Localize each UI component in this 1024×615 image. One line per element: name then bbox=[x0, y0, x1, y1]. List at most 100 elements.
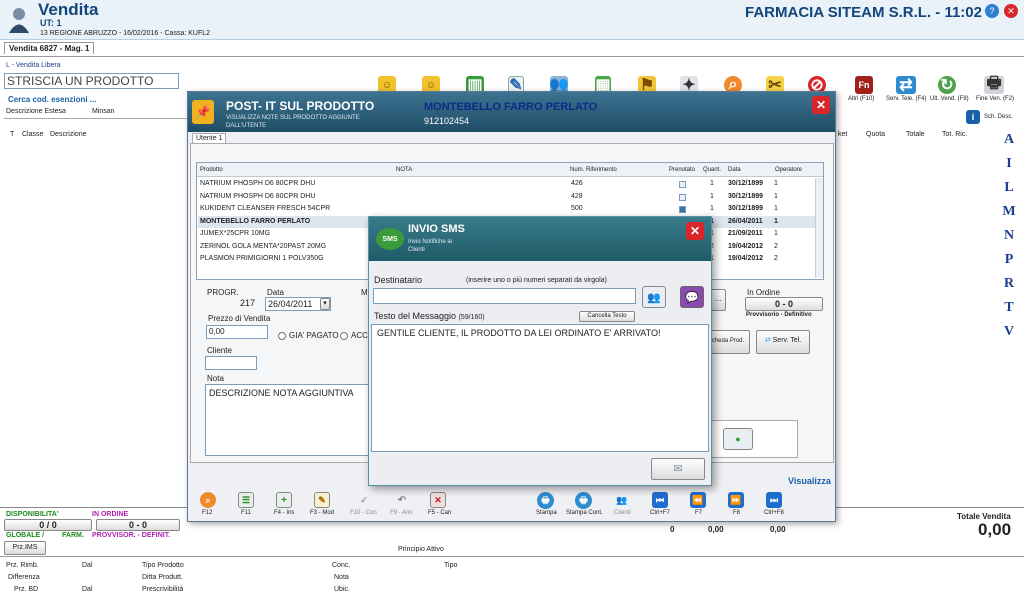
totale-vendita-value: 0,00 bbox=[978, 520, 1012, 539]
insert-icon[interactable]: + bbox=[276, 492, 292, 508]
undo-icon[interactable]: ↶ bbox=[394, 492, 410, 508]
cell-prodotto: MONTEBELLO FARRO PERLATO bbox=[200, 217, 311, 225]
close-app-icon[interactable]: ✕ bbox=[1004, 4, 1018, 18]
cell-num: 500 bbox=[571, 205, 583, 212]
th-prenotato[interactable]: Prenotato bbox=[669, 167, 695, 173]
message-textarea[interactable]: GENTILE CLIENTE, IL PRODOTTO DA LEI ORDI… bbox=[371, 324, 709, 452]
letter-r[interactable]: R bbox=[1002, 276, 1016, 300]
fine-ven-label: Fine Ven. (F2) bbox=[976, 96, 1015, 102]
letter-p[interactable]: P bbox=[1002, 252, 1016, 276]
table-scrollbar[interactable] bbox=[815, 178, 823, 278]
postit-tab-utente[interactable]: Utente 1 bbox=[192, 133, 227, 143]
dal-label: Dal bbox=[82, 562, 93, 569]
clienti-icon[interactable]: 👥 bbox=[614, 492, 630, 508]
f11-label: F11 bbox=[241, 510, 251, 516]
th-operatore[interactable]: Operatore bbox=[775, 167, 802, 173]
next-icon[interactable]: ⏩ bbox=[728, 492, 744, 508]
cancella-testo-button[interactable]: Cancella Testo bbox=[579, 311, 635, 322]
th-quant[interactable]: Quant. bbox=[703, 167, 721, 173]
prz-ims-button[interactable]: Prz.IMS bbox=[4, 541, 46, 555]
serv-tel-button[interactable]: ⇄ Serv. Tel. bbox=[756, 330, 810, 354]
altri-icon[interactable]: Fn bbox=[855, 76, 873, 94]
ult-vend-icon[interactable]: ↻ bbox=[938, 76, 956, 94]
th-nota[interactable]: NOTA bbox=[396, 167, 412, 173]
letter-n[interactable]: N bbox=[1002, 228, 1016, 252]
prev-icon[interactable]: ⏪ bbox=[690, 492, 706, 508]
table-row[interactable]: KUKIDENT CLEANSER FRESCH 54CPR 500 1 30/12/… bbox=[198, 203, 816, 216]
f12-icon[interactable]: ⌕ bbox=[200, 492, 216, 508]
scan-product-field[interactable]: STRISCIA UN PRODOTTO bbox=[4, 73, 179, 89]
th-data[interactable]: Data bbox=[728, 167, 741, 173]
prenotato-checkbox[interactable] bbox=[679, 193, 686, 201]
first-icon[interactable]: ⏮ bbox=[652, 492, 668, 508]
scheda-prod-button[interactable]: cheda Prod. bbox=[706, 330, 750, 354]
confirm-icon[interactable]: ✓ bbox=[356, 492, 372, 508]
cell-quant: 1 bbox=[710, 205, 714, 212]
cell-operatore: 1 bbox=[774, 205, 778, 212]
prenotato-checkbox[interactable] bbox=[679, 181, 686, 188]
delete-icon[interactable]: ✕ bbox=[430, 492, 446, 508]
col-descrizione-estesa: Descrizione Estesa bbox=[6, 108, 66, 115]
cliente-field[interactable] bbox=[205, 356, 257, 370]
table-row[interactable]: NATRIUM PHOSPH D6 80CPR DHU 428 1 30/12/189… bbox=[198, 191, 816, 204]
chat-icon[interactable]: 💬 bbox=[680, 286, 704, 308]
tot-col1: 0 bbox=[670, 525, 675, 534]
letter-t[interactable]: T bbox=[1002, 300, 1016, 324]
postit-close-icon[interactable]: ✕ bbox=[812, 96, 830, 114]
visualizza-link[interactable]: Visualizza bbox=[788, 476, 831, 486]
acc-label: ACC bbox=[351, 331, 368, 340]
serv-tel-label: Serv. Tel. bbox=[772, 337, 802, 344]
destinatario-field[interactable] bbox=[373, 288, 636, 304]
acc-radio[interactable] bbox=[340, 332, 348, 340]
serv-tele-label: Serv. Tele. (F4) bbox=[886, 96, 927, 102]
clienti-label: Clienti bbox=[614, 510, 631, 516]
last-icon[interactable]: ⏭ bbox=[766, 492, 782, 508]
prezzo-field[interactable]: 0,00 bbox=[206, 325, 268, 339]
th-prodotto[interactable]: Prodotto bbox=[200, 167, 223, 173]
f11-icon[interactable]: ☰ bbox=[238, 492, 254, 508]
sms-close-icon[interactable]: ✕ bbox=[686, 222, 704, 240]
chevron-down-icon[interactable]: ▾ bbox=[320, 298, 330, 310]
cell-prodotto: PLASMON PRIMIGIORNI 1 POLV350G bbox=[200, 255, 324, 262]
tab-vendita[interactable]: Vendita 6827 - Mag. 1 bbox=[4, 42, 95, 54]
serv-tel-icon: ⇄ bbox=[764, 337, 771, 344]
tipo-label: Tipo bbox=[444, 562, 458, 569]
letter-m[interactable]: M bbox=[1002, 204, 1016, 228]
f5-can-label: F5 - Can bbox=[428, 510, 452, 516]
letter-a[interactable]: A bbox=[1002, 132, 1016, 156]
letter-v[interactable]: V bbox=[1002, 324, 1016, 348]
prz-rimb-label: Prz. Rimb. bbox=[6, 562, 39, 569]
print-icon[interactable]: 🖶 bbox=[537, 492, 554, 509]
sms-small-icon[interactable]: ● bbox=[723, 428, 753, 450]
contacts-icon[interactable]: 👥 bbox=[642, 286, 666, 308]
ctrl-f8-label: Ctrl+F8 bbox=[764, 510, 784, 516]
cell-data: 19/04/2012 bbox=[728, 255, 764, 262]
prenotato-checkbox[interactable] bbox=[679, 206, 686, 213]
more-button[interactable]: ... bbox=[710, 289, 726, 311]
letter-i[interactable]: I bbox=[1002, 156, 1016, 180]
cerca-esenzioni-link[interactable]: Cerca cod. esenzioni ... bbox=[8, 95, 96, 104]
col-quota: Quota bbox=[866, 131, 886, 138]
in-ordine-value: 0 - 0 bbox=[96, 519, 180, 531]
destinatario-hint: (inserire uno o più numeri separati da v… bbox=[466, 277, 607, 284]
serv-tele-icon[interactable]: ⇄ bbox=[896, 76, 916, 94]
th-num-rif[interactable]: Num. Riferimento bbox=[570, 167, 617, 173]
postit-subtitle: VISUALIZZA NOTE SUL PRODOTTO AGGIUNTE DA… bbox=[226, 115, 360, 129]
col-ket: ket bbox=[838, 131, 848, 138]
table-row[interactable]: NATRIUM PHOSPH D6 80CPR DHU 426 1 30/12/189… bbox=[198, 178, 816, 191]
gia-pagato-radio[interactable] bbox=[278, 332, 286, 340]
pin-icon: 📌 bbox=[192, 100, 214, 124]
testo-label-text: Testo del Messaggio bbox=[374, 311, 457, 321]
in-ordine-label: IN ORDINE bbox=[92, 511, 129, 518]
nota-textarea[interactable]: DESCRIZIONE NOTA AGGIUNTIVA bbox=[205, 384, 373, 456]
principio-attivo-label: Principio Attivo bbox=[398, 546, 444, 553]
info-icon[interactable]: i bbox=[966, 110, 980, 124]
print-cont-icon[interactable]: 🖶 bbox=[575, 492, 592, 509]
help-icon[interactable]: ? bbox=[985, 4, 999, 18]
edit-icon[interactable]: ✎ bbox=[314, 492, 330, 508]
sms-title: INVIO SMS bbox=[408, 223, 465, 235]
letter-l[interactable]: L bbox=[1002, 180, 1016, 204]
send-sms-button[interactable]: ✉ bbox=[651, 458, 705, 480]
fine-ven-icon[interactable]: 🖶 bbox=[984, 75, 1004, 94]
tab-divider bbox=[0, 56, 1024, 57]
